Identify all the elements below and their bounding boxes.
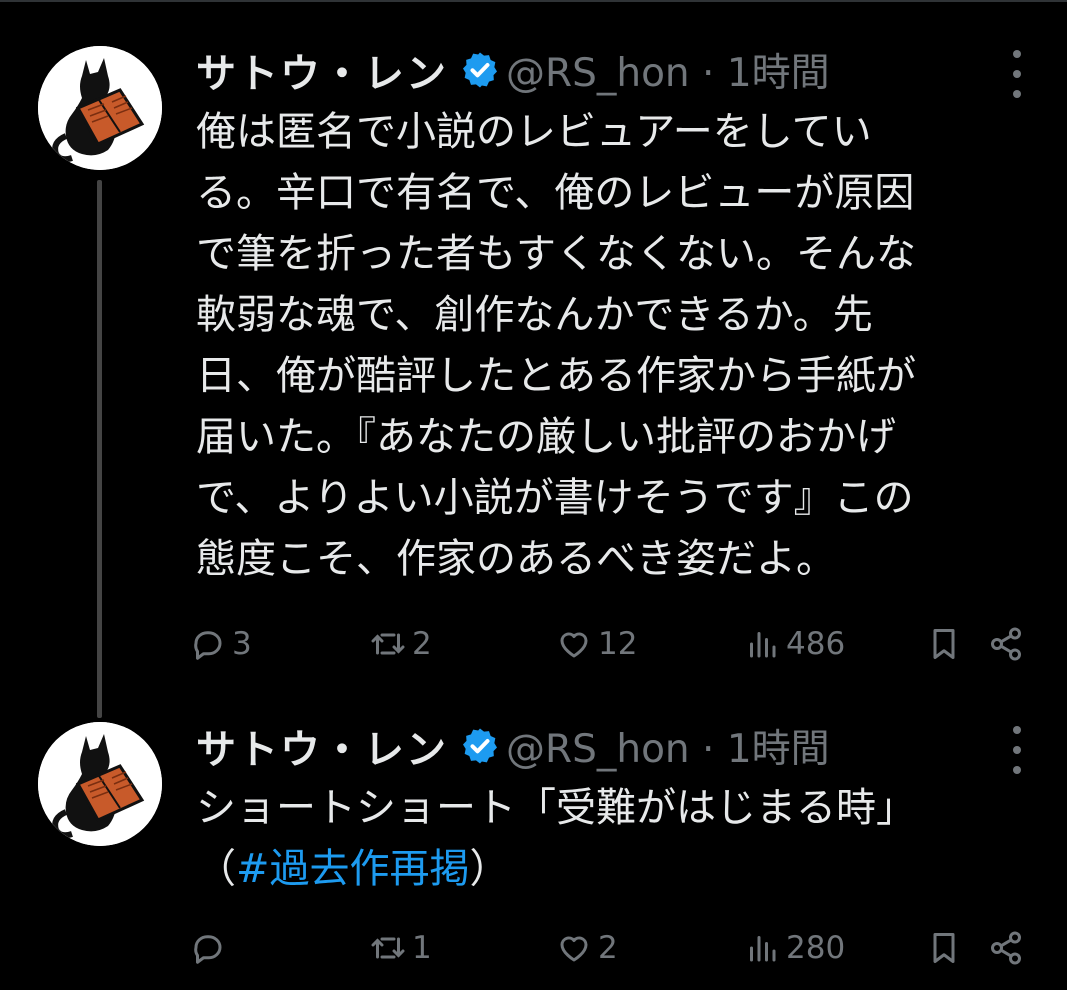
- share-button[interactable]: [988, 620, 1030, 668]
- more-icon[interactable]: [1000, 50, 1034, 98]
- reply-icon: [194, 935, 222, 964]
- cat-reading-avatar-icon: [38, 722, 162, 846]
- like-count: 12: [598, 626, 638, 662]
- text-line: で、よりよい小説が書けそうです』この: [196, 475, 914, 521]
- reply-icon: [194, 631, 222, 660]
- text-line: （#過去作再掲）: [196, 839, 1036, 900]
- reply-button[interactable]: 3: [190, 620, 252, 668]
- handle-and-time[interactable]: @RS_hon · 1時間: [506, 718, 830, 774]
- tweet-2[interactable]: サトウ・レン @RS_hon · 1時間 ショートショート「受難がはじまる時」 …: [0, 700, 1067, 990]
- views-button[interactable]: 280: [744, 924, 845, 972]
- share-button[interactable]: [988, 924, 1030, 972]
- action-bar: 1 2 280: [190, 924, 1040, 972]
- avatar[interactable]: [38, 46, 162, 170]
- views-icon: [750, 936, 776, 962]
- tweet-1[interactable]: サトウ・レン @RS_hon · 1時間 俺は匿名で小説のレビュアーをしてい る…: [0, 0, 1067, 700]
- retweet-count: 1: [412, 930, 432, 966]
- avatar[interactable]: [38, 722, 162, 846]
- hashtag-link[interactable]: #過去作再掲: [236, 846, 470, 892]
- text-line: で筆を折った者もすくなくない。そんな: [196, 231, 916, 277]
- like-icon: [560, 936, 588, 962]
- retweet-icon: [371, 937, 405, 959]
- retweet-count: 2: [412, 626, 432, 662]
- tweet-header: サトウ・レン @RS_hon · 1時間: [196, 716, 830, 776]
- bookmark-button[interactable]: [926, 924, 968, 972]
- tweet-text: ショートショート「受難がはじまる時」 （#過去作再掲）: [196, 778, 1036, 900]
- tweet-text: 俺は匿名で小説のレビュアーをしてい る。辛口で有名で、俺のレビューが原因 で筆を…: [196, 102, 1036, 590]
- views-icon: [750, 632, 776, 658]
- text-line: る。辛口で有名で、俺のレビューが原因: [196, 170, 915, 216]
- like-button[interactable]: 12: [556, 620, 637, 668]
- like-button[interactable]: 2: [556, 924, 618, 972]
- text-line: 届いた。『あなたの厳しい批評のおかげ: [196, 414, 896, 460]
- verified-badge-icon: [463, 52, 497, 88]
- action-bar: 3 2 12 486: [190, 620, 1040, 668]
- text-line: ショートショート「受難がはじまる時」: [196, 785, 916, 831]
- retweet-button[interactable]: 1: [370, 924, 432, 972]
- like-icon: [560, 632, 588, 658]
- reply-count: 3: [232, 626, 252, 662]
- handle-and-time[interactable]: @RS_hon · 1時間: [506, 42, 830, 98]
- bookmark-icon: [933, 629, 955, 659]
- paren-open: （: [196, 846, 236, 892]
- views-button[interactable]: 486: [744, 620, 845, 668]
- views-count: 280: [786, 930, 846, 966]
- text-line: 俺は匿名で小説のレビュアーをしてい: [196, 109, 872, 155]
- cat-reading-avatar-icon: [38, 46, 162, 170]
- verified-badge-icon: [463, 728, 497, 764]
- author-name[interactable]: サトウ・レン: [196, 41, 448, 99]
- tweet-header: サトウ・レン @RS_hon · 1時間: [196, 40, 830, 100]
- text-line: 軟弱な魂で、創作なんかできるか。先: [196, 292, 873, 338]
- more-icon[interactable]: [1000, 726, 1034, 774]
- share-icon: [991, 627, 1021, 661]
- bookmark-icon: [933, 933, 955, 963]
- author-name[interactable]: サトウ・レン: [196, 717, 448, 775]
- text-line: 態度こそ、作家のあるべき姿だよ。: [196, 536, 836, 582]
- reply-button[interactable]: [190, 924, 232, 972]
- retweet-icon: [371, 633, 405, 655]
- text-line: 日、俺が酷評したとある作家から手紙が: [196, 353, 916, 399]
- like-count: 2: [598, 930, 618, 966]
- share-icon: [991, 931, 1021, 965]
- retweet-button[interactable]: 2: [370, 620, 432, 668]
- views-count: 486: [786, 626, 846, 662]
- bookmark-button[interactable]: [926, 620, 968, 668]
- paren-close: ）: [469, 846, 510, 892]
